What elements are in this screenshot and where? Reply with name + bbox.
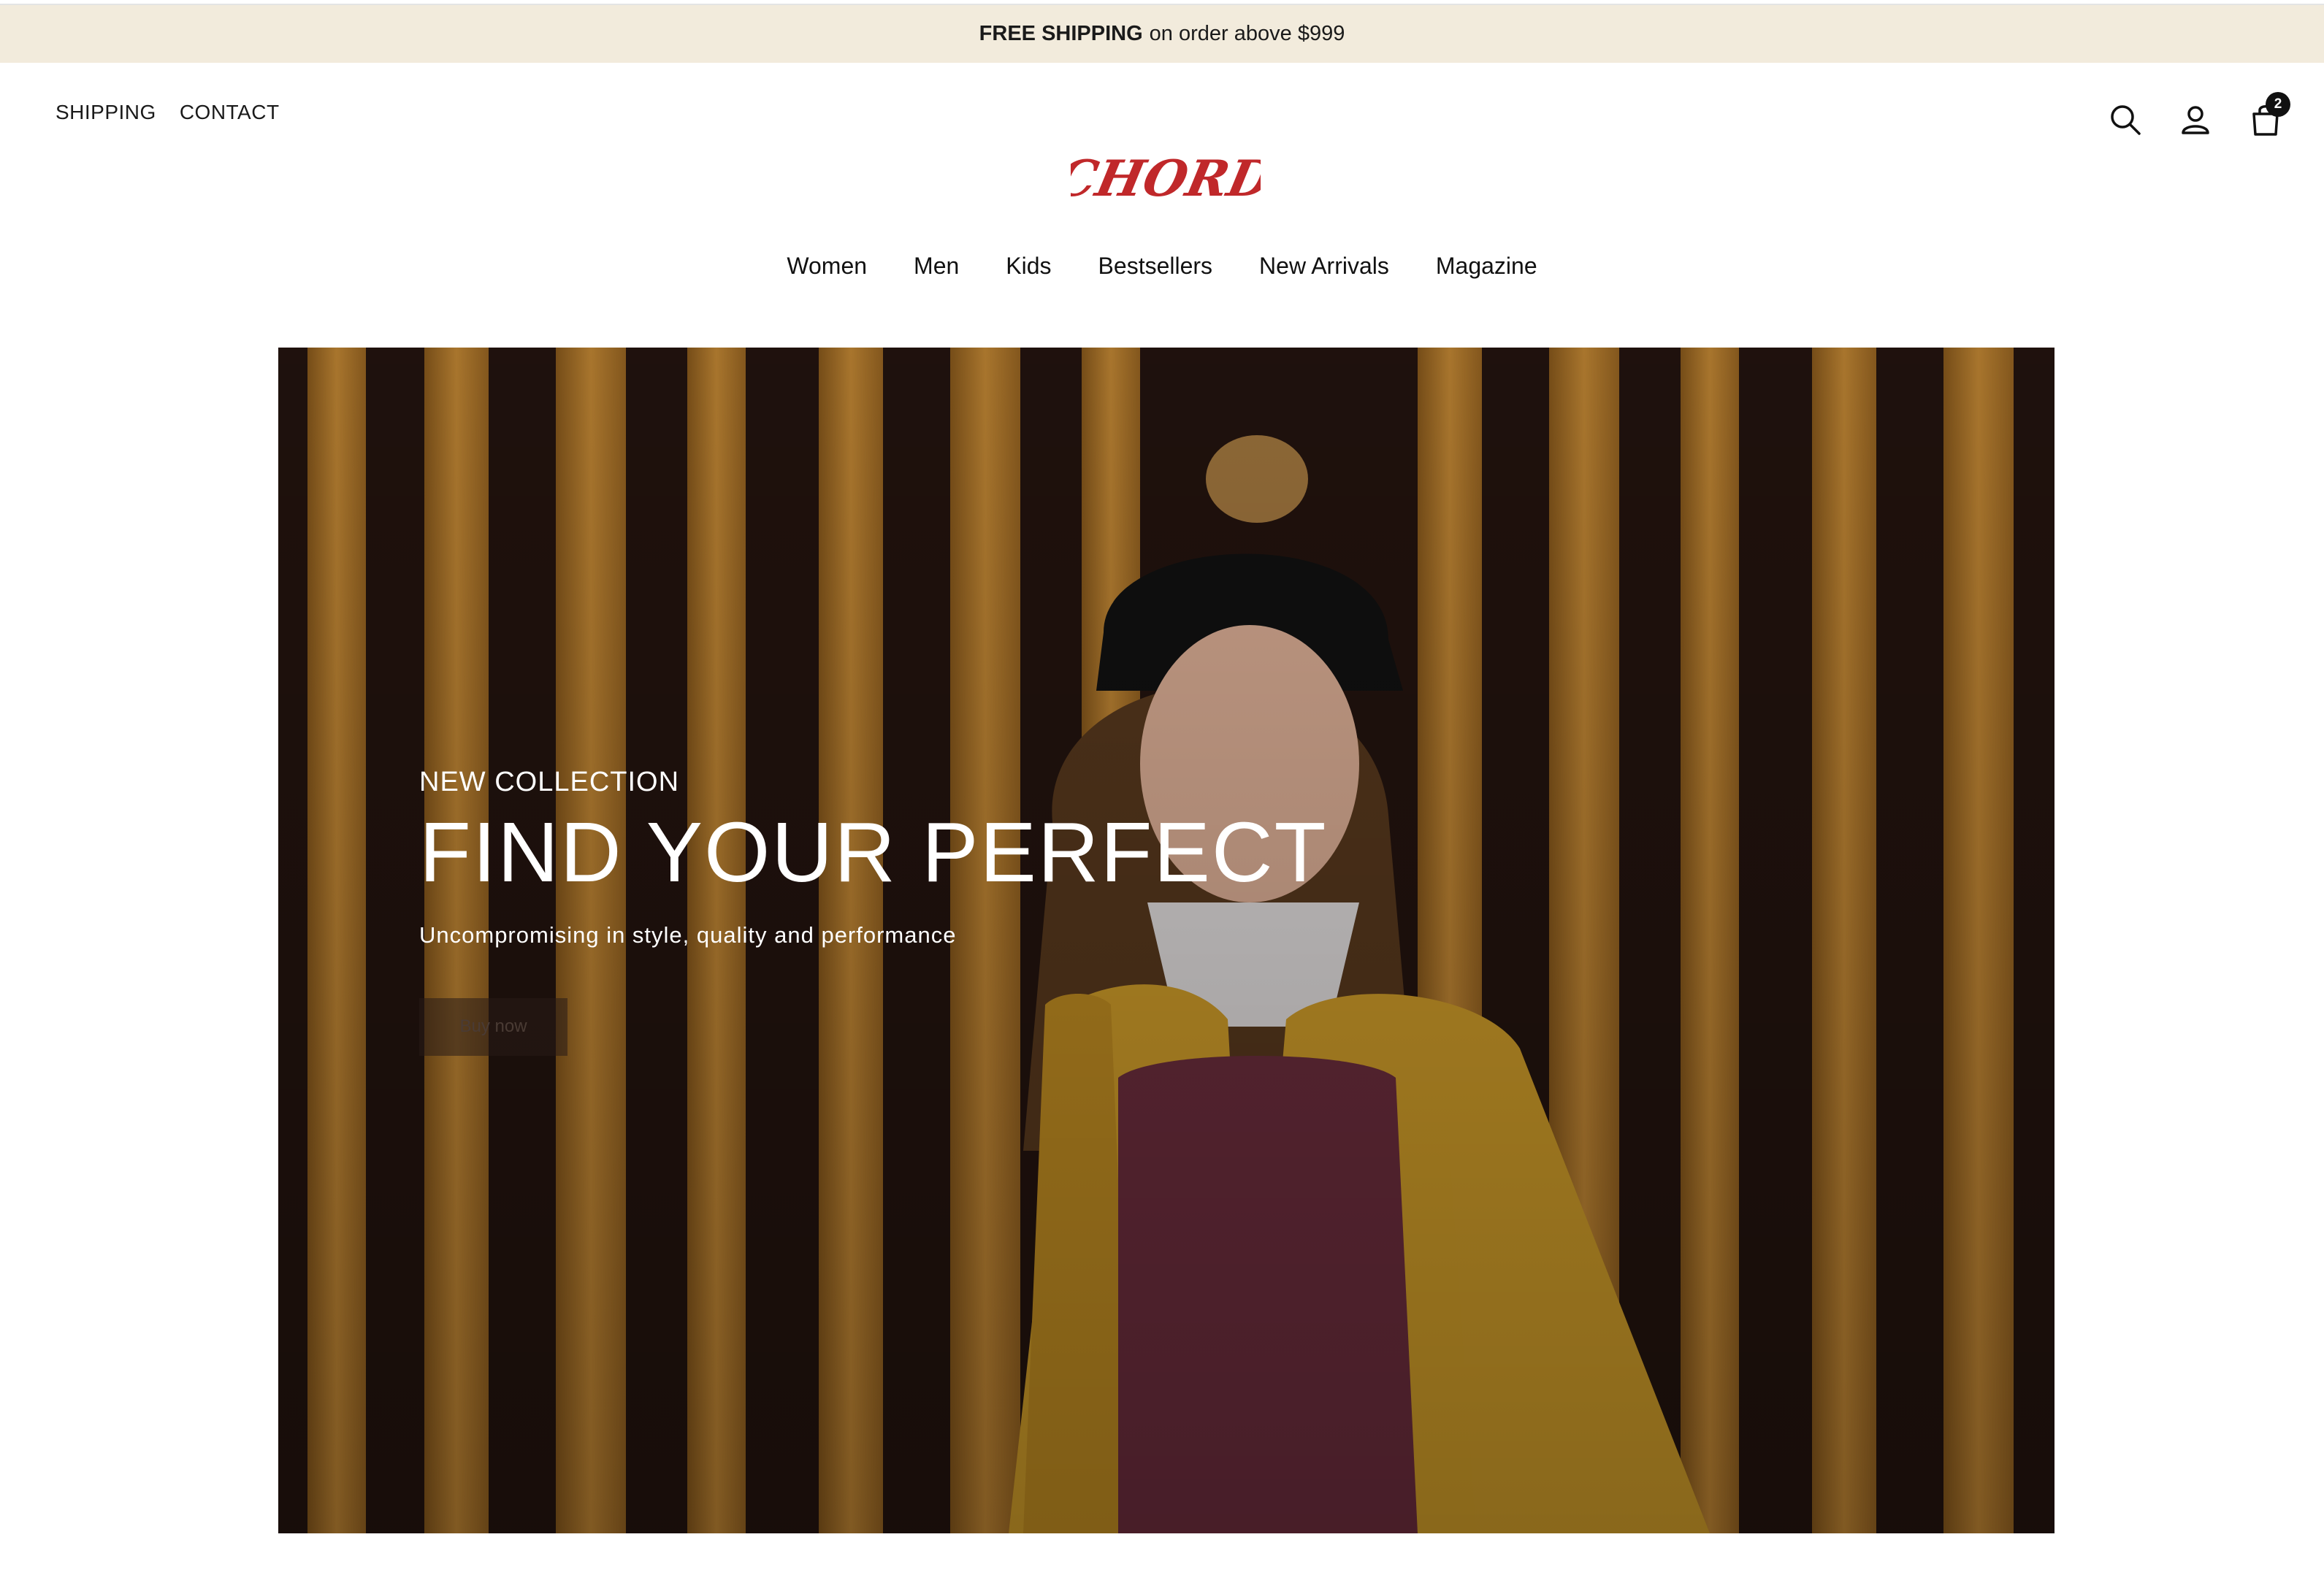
hero-banner: NEW COLLECTION FIND YOUR PERFECT Uncompr…	[278, 348, 2054, 1533]
promo-bar: FREE SHIPPING on order above $999	[0, 5, 2324, 63]
shopping-bag-icon[interactable]: 2	[2245, 92, 2290, 140]
chord-logo[interactable]: CHORD	[1051, 146, 1277, 212]
user-icon[interactable]	[2175, 99, 2216, 140]
nav-women[interactable]: Women	[787, 253, 867, 280]
hero-text: NEW COLLECTION FIND YOUR PERFECT Uncompr…	[419, 767, 1328, 1056]
hero-headline: FIND YOUR PERFECT	[419, 805, 1328, 900]
logo-text: CHORD	[1071, 150, 1261, 208]
promo-bold-text: FREE SHIPPING	[979, 22, 1143, 45]
main-nav: Women Men Kids Bestsellers New Arrivals …	[0, 253, 2324, 280]
nav-new-arrivals[interactable]: New Arrivals	[1259, 253, 1389, 280]
nav-men[interactable]: Men	[914, 253, 959, 280]
nav-bestsellers[interactable]: Bestsellers	[1098, 253, 1213, 280]
hero-eyebrow: NEW COLLECTION	[419, 767, 680, 797]
nav-kids[interactable]: Kids	[1006, 253, 1051, 280]
promo-text: on order above $999	[1149, 22, 1345, 45]
nav-magazine[interactable]: Magazine	[1436, 253, 1537, 280]
utility-links: SHIPPING CONTACT	[56, 101, 280, 124]
cart-count-badge: 2	[2266, 92, 2290, 117]
header-icons: 2	[2105, 92, 2290, 140]
contact-link[interactable]: CONTACT	[180, 101, 280, 124]
browser-top-edge	[0, 0, 2324, 5]
shipping-link[interactable]: SHIPPING	[56, 101, 156, 124]
buy-now-button[interactable]: Buy now	[419, 997, 567, 1056]
search-icon[interactable]	[2105, 99, 2146, 140]
hero-subline: Uncompromising in style, quality and per…	[419, 921, 957, 948]
